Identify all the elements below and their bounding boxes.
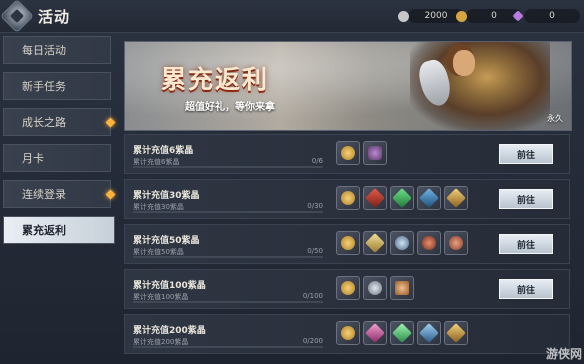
reward-progress: 0/200 bbox=[302, 337, 323, 345]
sidebar-item-newbie[interactable]: 新手任务 bbox=[3, 72, 111, 100]
gold-scroll-item-icon[interactable] bbox=[444, 321, 468, 345]
reward-progress: 0/100 bbox=[302, 292, 323, 300]
watermark-logo: 游侠网 bbox=[545, 347, 582, 361]
gold-coin-item-icon[interactable] bbox=[336, 186, 360, 210]
gold-coin-item-icon[interactable] bbox=[336, 321, 360, 345]
hero-head bbox=[453, 50, 475, 76]
red-helmet-item-icon[interactable] bbox=[444, 231, 468, 255]
reward-row: 累计充值100紫晶 累计充值100紫晶 0/100 前往 bbox=[124, 269, 570, 309]
sidebar-item-label: 月卡 bbox=[22, 152, 44, 165]
banner-title: 累充返利 bbox=[161, 65, 270, 94]
notification-dot-icon bbox=[105, 189, 116, 200]
silver-orb-item-icon[interactable] bbox=[363, 276, 387, 300]
reward-title: 累计充值100紫晶 bbox=[133, 281, 206, 291]
silver-currency: 2000 bbox=[398, 8, 464, 24]
top-bar: 活动 2000 0 0 bbox=[0, 0, 584, 33]
reward-row: 累计充值200紫晶 累计充值200紫晶 0/200 bbox=[124, 314, 570, 354]
purple-mount-item-icon[interactable] bbox=[363, 141, 387, 165]
hero-name: 永久 bbox=[547, 114, 563, 123]
event-banner: 累充返利 超值好礼，等你来拿 永久 bbox=[124, 41, 572, 131]
sidebar-item-monthly-card[interactable]: 月卡 bbox=[3, 144, 111, 172]
green-potion-item-icon[interactable] bbox=[390, 186, 414, 210]
gold-coin-item-icon[interactable] bbox=[336, 231, 360, 255]
red-scroll-item-icon[interactable] bbox=[363, 186, 387, 210]
go-button[interactable]: 前往 bbox=[499, 234, 553, 254]
sidebar: 每日活动 新手任务 成长之路 月卡 连续登录 累充返利 bbox=[0, 36, 116, 252]
gold-scroll-item-icon[interactable] bbox=[363, 231, 387, 255]
green-gem-item-icon[interactable] bbox=[390, 321, 414, 345]
silver-value: 2000 bbox=[424, 11, 448, 21]
notification-dot-icon bbox=[105, 117, 116, 128]
red-helmet-item-icon[interactable] bbox=[417, 231, 441, 255]
gold-value: 0 bbox=[491, 11, 497, 21]
crystal-currency: 0 bbox=[512, 8, 580, 24]
progress-bar bbox=[133, 211, 323, 213]
sidebar-item-label: 新手任务 bbox=[22, 80, 66, 93]
sidebar-item-daily[interactable]: 每日活动 bbox=[3, 36, 111, 64]
progress-bar bbox=[133, 166, 323, 168]
sidebar-item-recharge[interactable]: 累充返利 bbox=[3, 216, 115, 244]
cross-rune-item-icon[interactable] bbox=[390, 276, 414, 300]
blue-gem-item-icon[interactable] bbox=[417, 321, 441, 345]
sidebar-item-label: 成长之路 bbox=[22, 116, 66, 129]
reward-row: 累计充值6紫晶 累计充值6紫晶 0/6 前往 bbox=[124, 134, 570, 174]
sidebar-item-label: 每日活动 bbox=[22, 44, 66, 57]
gold-coin-icon bbox=[456, 10, 467, 22]
go-button[interactable]: 前往 bbox=[499, 189, 553, 209]
crystal-value: 0 bbox=[549, 11, 555, 21]
reward-progress: 0/30 bbox=[307, 202, 323, 210]
gold-currency: 0 bbox=[456, 8, 522, 24]
purple-crystal-icon bbox=[512, 10, 524, 22]
page-title: 活动 bbox=[38, 8, 71, 26]
sidebar-item-label: 连续登录 bbox=[22, 188, 66, 201]
reward-title: 累计充值30紫晶 bbox=[133, 191, 200, 201]
reward-row: 累计充值50紫晶 累计充值50紫晶 0/50 前往 bbox=[124, 224, 570, 264]
pink-gem-item-icon[interactable] bbox=[363, 321, 387, 345]
progress-bar bbox=[133, 301, 323, 303]
progress-bar bbox=[133, 256, 323, 258]
progress-bar bbox=[133, 346, 323, 348]
reward-progress: 0/6 bbox=[311, 157, 323, 165]
reward-title: 累计充值6紫晶 bbox=[133, 146, 194, 156]
banner-subtitle: 超值好礼，等你来拿 bbox=[185, 102, 275, 113]
reward-list: 累计充值6紫晶 累计充值6紫晶 0/6 前往 累计充值30紫晶 累计充值30紫晶… bbox=[124, 134, 570, 364]
reward-progress: 0/50 bbox=[307, 247, 323, 255]
reward-title: 累计充值50紫晶 bbox=[133, 236, 200, 246]
sidebar-item-label: 累充返利 bbox=[22, 224, 66, 237]
silver-coin-icon bbox=[398, 10, 409, 22]
blue-potion-item-icon[interactable] bbox=[417, 186, 441, 210]
reward-title: 累计充值200紫晶 bbox=[133, 326, 206, 336]
gold-scroll-item-icon[interactable] bbox=[444, 186, 468, 210]
reward-row: 累计充值30紫晶 累计充值30紫晶 0/30 前往 bbox=[124, 179, 570, 219]
go-button[interactable]: 前往 bbox=[499, 144, 553, 164]
gold-coin-item-icon[interactable] bbox=[336, 276, 360, 300]
crystal-orb-item-icon[interactable] bbox=[390, 231, 414, 255]
gold-coin-item-icon[interactable] bbox=[336, 141, 360, 165]
back-icon[interactable] bbox=[1, 0, 33, 32]
sidebar-item-login[interactable]: 连续登录 bbox=[3, 180, 116, 208]
sidebar-item-growth[interactable]: 成长之路 bbox=[3, 108, 116, 136]
go-button[interactable]: 前往 bbox=[499, 279, 553, 299]
